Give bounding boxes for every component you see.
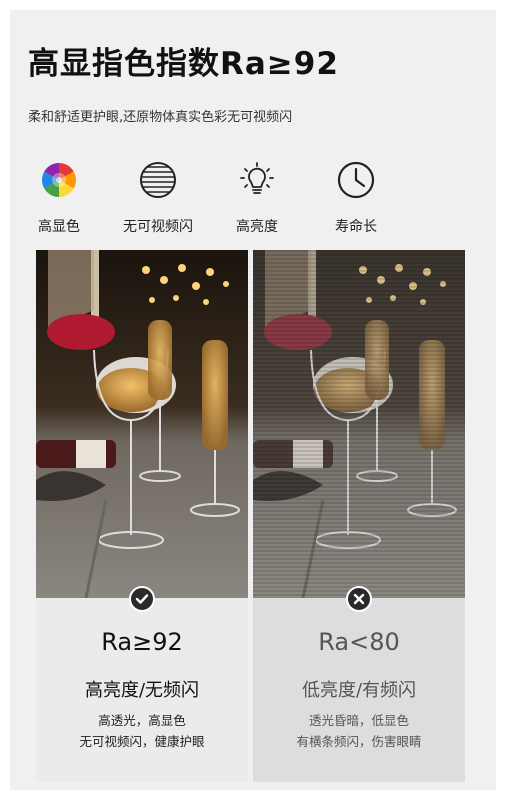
feature-label: 寿命长 [335,219,377,235]
cross-icon [353,593,365,605]
page-title: 高显指色指数Ra≥92 [28,46,339,82]
photo-low-ra [253,250,465,598]
comparison-card-bad: Ra<80 低亮度/有频闪 透光昏暗，低显色 有横条频闪，伤害眼睛 [253,250,465,782]
feature-label: 高亮度 [236,219,278,235]
check-icon [135,594,149,604]
caption-line: 高透光，高显色 [98,713,186,728]
photo-high-ra [36,250,248,598]
cross-badge [346,586,372,612]
caption-line: 无可视频闪，健康护眼 [79,734,205,749]
caption-good: Ra≥92 高亮度/无频闪 高透光，高显色 无可视频闪，健康护眼 [36,598,248,782]
comparison-card-good: Ra≥92 高亮度/无频闪 高透光，高显色 无可视频闪，健康护眼 [36,250,248,782]
color-wheel-icon [39,160,79,200]
caption-headline: 高亮度/无频闪 [84,680,200,701]
ra-value: Ra<80 [318,628,400,656]
caption-line: 有横条频闪，伤害眼睛 [296,734,422,749]
caption-bad: Ra<80 低亮度/有频闪 透光昏暗，低显色 有横条频闪，伤害眼睛 [253,598,465,782]
caption-headline: 低亮度/有频闪 [301,680,417,701]
feature-no-flicker: 无可视频闪 [103,160,213,240]
stripes-circle-icon [138,160,178,200]
page-background: 高显指色指数Ra≥92 柔和舒适更护眼,还原物体真实色彩无可视频闪 高显色 无可… [10,10,496,790]
feature-high-brightness: 高亮度 [202,160,312,240]
page-subtitle: 柔和舒适更护眼,还原物体真实色彩无可视频闪 [28,110,293,125]
feature-long-life: 寿命长 [301,160,411,240]
feature-label: 高显色 [38,219,80,235]
check-badge [129,586,155,612]
caption-line: 透光昏暗，低显色 [308,713,409,728]
ra-value: Ra≥92 [101,628,183,656]
clock-icon [336,160,376,200]
light-bulb-icon [237,160,277,200]
feature-high-color: 高显色 [4,160,114,240]
feature-label: 无可视频闪 [123,219,193,235]
